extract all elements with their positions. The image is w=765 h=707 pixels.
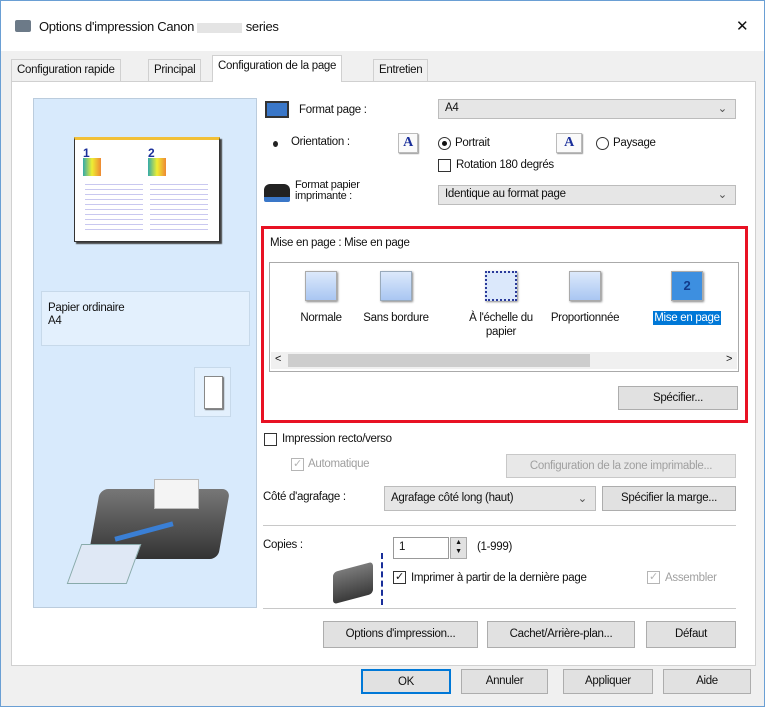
orientation-label: Orientation : <box>291 136 350 148</box>
media-type: Papier ordinaire <box>48 302 125 314</box>
reverse-order-checkbox[interactable]: ✓ <box>393 571 406 584</box>
scroll-thumb[interactable] <box>288 354 590 367</box>
ok-button[interactable]: OK <box>361 669 451 694</box>
layout-item-borderless[interactable]: Sans bordure <box>356 271 436 325</box>
scroll-left-icon[interactable]: < <box>275 353 281 365</box>
printer-illustration <box>66 479 234 589</box>
stapling-value: Agrafage côté long (haut) <box>391 492 514 504</box>
printer-paper-label-2: imprimante : <box>295 190 352 202</box>
preview-text-lines <box>150 180 208 230</box>
stapling-select[interactable]: Agrafage côté long (haut) ⌄ <box>384 486 596 511</box>
layout-current: Mise en page <box>344 237 410 249</box>
printer-paper-select[interactable]: Identique au format page ⌄ <box>438 185 736 205</box>
page-size-value: A4 <box>445 102 459 114</box>
specify-button[interactable]: Spécifier... <box>618 386 738 410</box>
print-options-button[interactable]: Options d'impression... <box>323 621 478 648</box>
layout-scrollbar[interactable]: < > <box>271 352 737 369</box>
fit-to-page-icon <box>485 271 517 301</box>
landscape-label[interactable]: Paysage <box>613 137 656 149</box>
close-button[interactable]: ✕ <box>736 17 749 35</box>
copies-range: (1-999) <box>477 541 512 553</box>
rotate-180-checkbox[interactable] <box>438 159 451 172</box>
layout-item-fit-to-page[interactable]: À l'échelle du papier <box>458 271 544 339</box>
landscape-icon: A <box>556 133 582 153</box>
normal-layout-icon <box>305 271 337 301</box>
stapling-label: Côté d'agrafage : <box>263 491 346 503</box>
chevron-down-icon: ⌄ <box>577 493 588 505</box>
title-bar: Options d'impression Canon series ✕ <box>1 1 764 51</box>
paper-size: A4 <box>48 315 62 327</box>
window-title: Options d'impression Canon series <box>39 19 279 34</box>
printer-paper-label: Format papier imprimante : <box>295 180 360 202</box>
paper-orientation-icon <box>194 367 231 417</box>
divider <box>263 608 736 609</box>
tab-main[interactable]: Principal <box>148 59 202 81</box>
auto-duplex-checkbox[interactable]: ✓ <box>291 458 304 471</box>
portrait-radio[interactable] <box>438 137 451 150</box>
window-title-suffix: series <box>245 19 279 34</box>
stamp-background-button[interactable]: Cachet/Arrière-plan... <box>487 621 635 648</box>
scaled-layout-icon <box>569 271 601 301</box>
duplex-label[interactable]: Impression recto/verso <box>282 433 392 445</box>
cancel-button[interactable]: Annuler <box>461 669 548 694</box>
print-options-dialog: Options d'impression Canon series ✕ Conf… <box>0 0 765 707</box>
copies-stepper[interactable]: ▲ ▼ <box>450 537 467 559</box>
rotate-180-label[interactable]: Rotation 180 degrés <box>456 159 554 171</box>
print-area-button[interactable]: Configuration de la zone imprimable... <box>506 454 736 478</box>
chevron-down-icon: ⌄ <box>717 189 728 201</box>
model-redacted <box>197 22 243 33</box>
layout-item-label: Proportionnée <box>550 312 620 324</box>
layout-label: Mise en page : Mise en page <box>270 237 410 249</box>
chevron-down-icon: ⌄ <box>717 103 728 115</box>
printer-icon <box>15 20 31 32</box>
layout-item-normal[interactable]: Normale <box>286 271 356 325</box>
layout-item-page-layout[interactable]: 2 Mise en page <box>646 271 728 325</box>
portrait-icon: A <box>398 133 418 153</box>
tab-maintenance[interactable]: Entretien <box>373 59 429 81</box>
page-order-icon <box>381 553 385 605</box>
media-info-box: Papier ordinaire A4 <box>41 291 250 346</box>
collate-checkbox[interactable]: ✓ <box>647 571 660 584</box>
preview-chart-icon <box>83 158 101 176</box>
printer-paper-icon <box>264 184 290 202</box>
layout-item-label: Normale <box>300 312 342 324</box>
scroll-right-icon[interactable]: > <box>726 353 732 365</box>
auto-duplex-label[interactable]: Automatique <box>308 458 370 470</box>
divider <box>263 525 736 526</box>
page-size-label: Format page : <box>299 104 367 116</box>
reverse-order-label[interactable]: Imprimer à partir de la dernière page <box>411 572 587 584</box>
portrait-label[interactable]: Portrait <box>455 137 490 149</box>
page-size-select[interactable]: A4 ⌄ <box>438 99 736 119</box>
layout-label-text: Mise en page : <box>270 237 342 249</box>
apply-button[interactable]: Appliquer <box>563 669 653 694</box>
duplex-checkbox[interactable] <box>264 433 277 446</box>
specify-margin-button[interactable]: Spécifier la marge... <box>602 486 736 511</box>
copies-label: Copies : <box>263 539 303 551</box>
preview-chart-icon <box>148 158 166 176</box>
landscape-radio[interactable] <box>596 137 609 150</box>
borderless-layout-icon <box>380 271 412 301</box>
page-layout-icon: 2 <box>671 271 703 301</box>
help-button[interactable]: Aide <box>663 669 751 694</box>
defaults-button[interactable]: Défaut <box>646 621 736 648</box>
layout-item-label: Sans bordure <box>363 312 429 324</box>
layout-item-scaled[interactable]: Proportionnée <box>549 271 621 325</box>
preview-text-lines <box>85 180 143 230</box>
printer-paper-value: Identique au format page <box>445 188 566 200</box>
preview-panel: 1 2 Papier ordinaire A4 <box>33 98 257 608</box>
layout-preview: 1 2 <box>74 137 220 242</box>
layout-item-label: Mise en page <box>653 311 721 325</box>
tab-page-setup[interactable]: Configuration de la page <box>212 55 343 82</box>
window-title-text: Options d'impression Canon <box>39 19 195 34</box>
copies-input[interactable]: 1 <box>393 537 449 559</box>
tab-quick-setup[interactable]: Configuration rapide <box>11 59 121 81</box>
page-size-icon <box>265 101 289 118</box>
bullet-icon <box>273 141 278 147</box>
layout-item-label: À l'échelle du papier <box>469 312 533 338</box>
collate-label[interactable]: Assembler <box>665 572 717 584</box>
